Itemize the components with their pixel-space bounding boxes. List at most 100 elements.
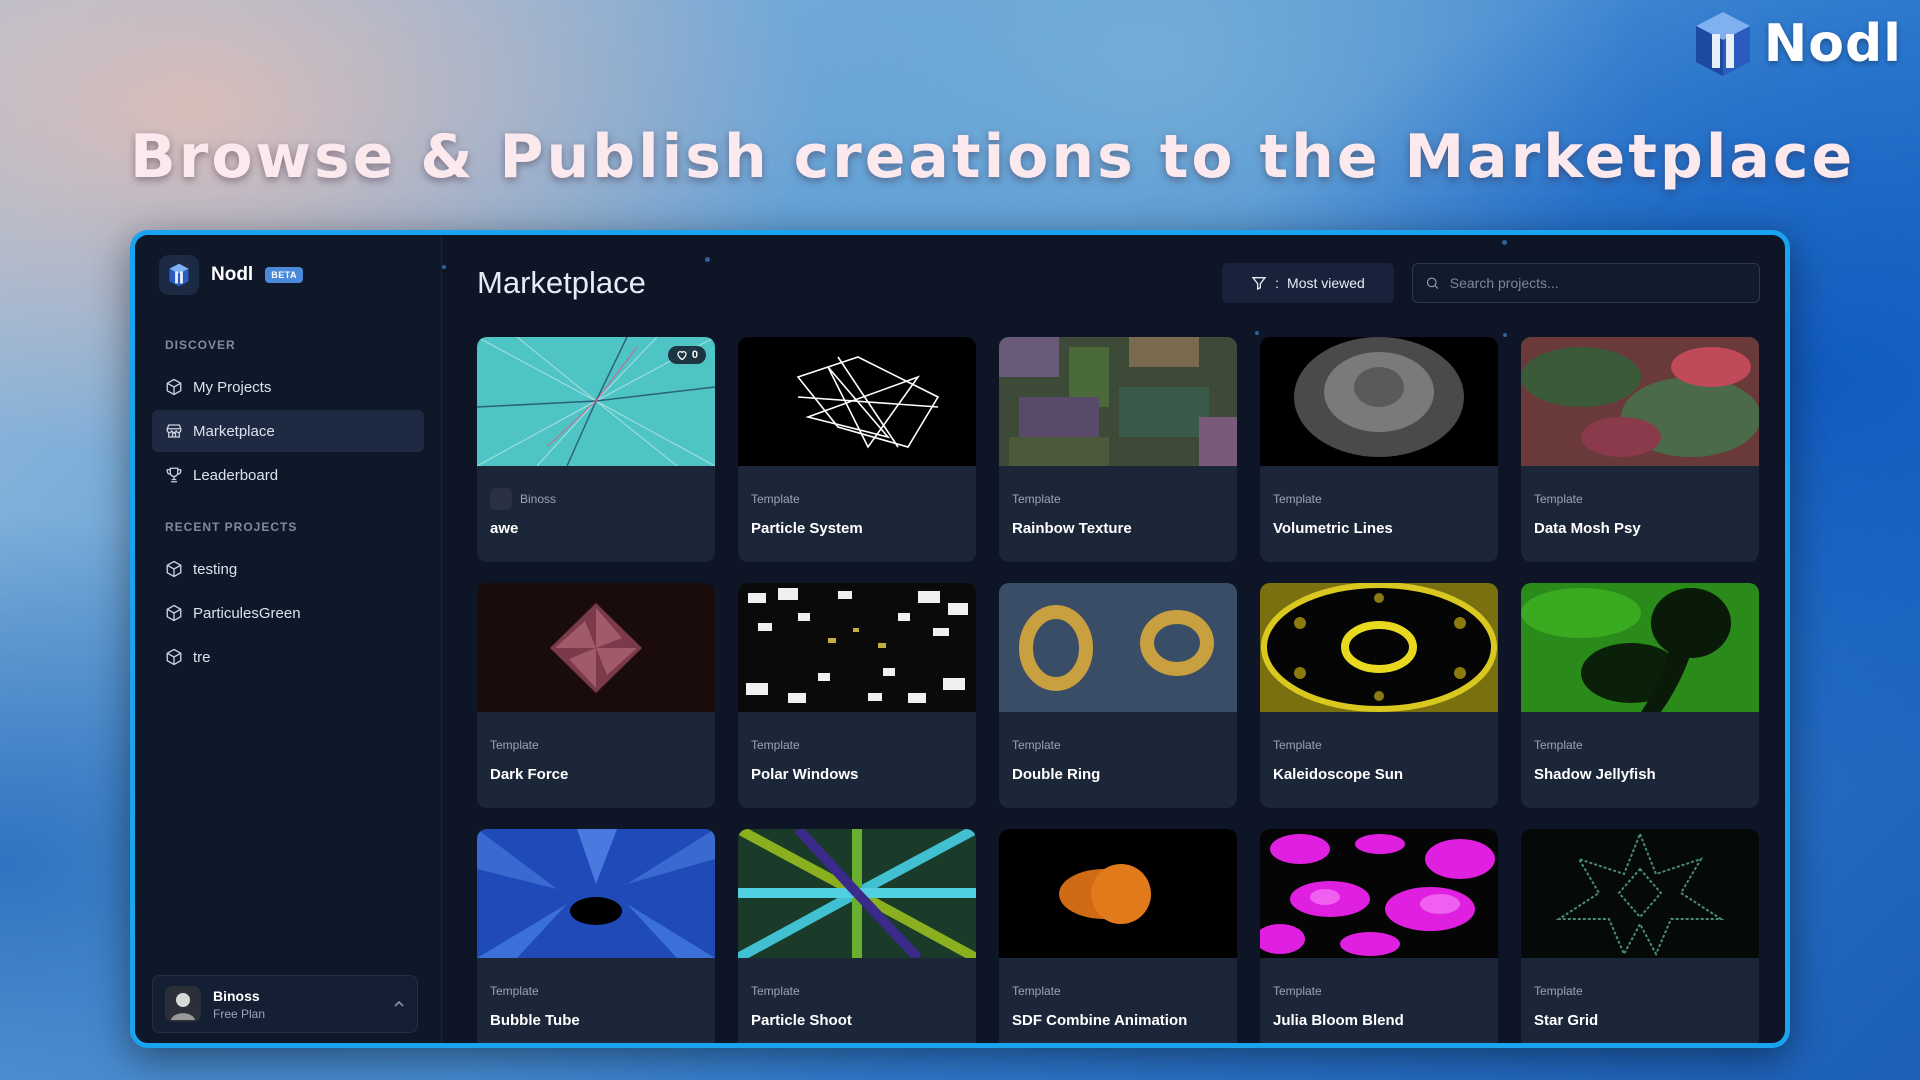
thumbnail: 0 — [477, 337, 715, 466]
search-input[interactable] — [1449, 275, 1747, 291]
beta-badge: BETA — [265, 267, 304, 283]
sidebar-header: Nodl BETA — [135, 235, 441, 295]
app-logo-icon[interactable] — [159, 255, 199, 295]
chevron-up-icon[interactable] — [393, 998, 405, 1010]
card-title: Particle Shoot — [751, 1012, 852, 1029]
card-kind: Template — [1012, 984, 1061, 998]
thumbnail — [1260, 337, 1498, 466]
cube-icon — [166, 648, 182, 666]
thumbnail — [738, 337, 976, 466]
sidebar-item-label: Leaderboard — [193, 466, 279, 484]
main-content: Marketplace : Most viewed Search project… — [442, 235, 1785, 1043]
sidebar-item-leaderboard[interactable]: Leaderboard — [152, 454, 424, 496]
nodl-logo-icon — [1695, 12, 1750, 76]
card-title: Julia Bloom Blend — [1273, 1012, 1404, 1029]
card-kind: Template — [490, 984, 539, 998]
card-title: Kaleidoscope Sun — [1273, 766, 1404, 783]
card-author: Binoss — [520, 492, 557, 506]
sort-filter-button[interactable]: : Most viewed — [1222, 263, 1394, 303]
card-title: Particle System — [751, 520, 863, 537]
card-title: Dark Force — [490, 766, 569, 783]
thumbnail — [1521, 337, 1759, 466]
project-card-dark-force[interactable]: Template Dark Force — [477, 583, 715, 808]
brand-logo: Nodl — [1692, 10, 1902, 78]
project-card-particle-shoot[interactable]: Template Particle Shoot — [738, 829, 976, 1043]
sidebar-item-label: testing — [193, 560, 238, 578]
card-kind: Template — [490, 738, 539, 752]
card-kind: Template — [1534, 492, 1583, 506]
like-button[interactable]: 0 — [667, 346, 706, 364]
thumbnail — [999, 829, 1237, 958]
thumbnail — [477, 583, 715, 712]
avatar — [165, 986, 201, 1022]
project-card-polar-windows[interactable]: Template Polar Windows — [738, 583, 976, 808]
card-title: Rainbow Texture — [1012, 520, 1132, 537]
section-recent-projects: RECENT PROJECTS — [165, 520, 298, 534]
user-menu[interactable]: Binoss Free Plan — [152, 975, 418, 1033]
project-card-star-grid[interactable]: Template Star Grid — [1521, 829, 1759, 1043]
filter-label: Most viewed — [1287, 275, 1365, 291]
card-title: Star Grid — [1534, 1012, 1599, 1029]
card-kind: Template — [751, 984, 800, 998]
project-card-kaleidoscope-sun[interactable]: Template Kaleidoscope Sun — [1260, 583, 1498, 808]
thumbnail — [1260, 583, 1498, 712]
thumbnail — [738, 829, 976, 958]
page-title: Marketplace — [477, 264, 646, 300]
card-kind: Template — [1273, 492, 1322, 506]
search-icon — [1426, 277, 1439, 289]
filter-separator: : — [1275, 275, 1280, 291]
card-kind: Template — [751, 738, 800, 752]
thumbnail — [1521, 829, 1759, 958]
project-card-julia-bloom-blend[interactable]: Template Julia Bloom Blend — [1260, 829, 1498, 1043]
discover-nav: My Projects Marketplace Leaderboard — [135, 366, 441, 496]
sidebar-item-label: ParticulesGreen — [193, 604, 301, 622]
project-card-sdf-combine-animation[interactable]: Template SDF Combine Animation — [999, 829, 1237, 1043]
trophy-icon — [166, 467, 182, 483]
card-title: Shadow Jellyfish — [1534, 766, 1656, 783]
project-card-particle-system[interactable]: Template Particle System — [738, 337, 976, 562]
sidebar-item-label: tre — [193, 648, 211, 666]
headline: Browse & Publish creations to the Market… — [130, 122, 1856, 192]
project-card-awe[interactable]: 0 Binoss awe — [477, 337, 715, 562]
sidebar-item-tre[interactable]: tre — [152, 636, 424, 678]
sidebar-item-testing[interactable]: testing — [152, 548, 424, 590]
sidebar-item-particulesgreen[interactable]: ParticulesGreen — [152, 592, 424, 634]
user-name: Binoss — [213, 987, 260, 1004]
sidebar-item-my-projects[interactable]: My Projects — [152, 366, 424, 408]
project-card-double-ring[interactable]: Template Double Ring — [999, 583, 1237, 808]
card-title: Double Ring — [1012, 766, 1101, 783]
card-kind: Template — [1012, 738, 1061, 752]
like-count: 0 — [691, 349, 698, 361]
brand-name: Nodl — [1763, 14, 1902, 74]
card-title: Polar Windows — [751, 766, 859, 783]
recent-nav: testing ParticulesGreen tre — [135, 548, 441, 678]
project-card-shadow-jellyfish[interactable]: Template Shadow Jellyfish — [1521, 583, 1759, 808]
card-kind: Template — [1273, 984, 1322, 998]
card-title: awe — [490, 520, 519, 537]
thumbnail — [1260, 829, 1498, 958]
project-card-volumetric-lines[interactable]: Template Volumetric Lines — [1260, 337, 1498, 562]
author-avatar — [490, 488, 512, 510]
cube-icon — [166, 378, 182, 396]
sidebar-item-marketplace[interactable]: Marketplace — [152, 410, 424, 452]
sidebar-item-label: Marketplace — [193, 422, 275, 440]
project-card-bubble-tube[interactable]: Template Bubble Tube — [477, 829, 715, 1043]
section-discover: DISCOVER — [165, 338, 236, 352]
card-kind: Template — [1273, 738, 1322, 752]
project-card-data-mosh-psy[interactable]: Template Data Mosh Psy — [1521, 337, 1759, 562]
cube-icon — [166, 604, 182, 622]
store-icon — [166, 424, 182, 438]
project-card-rainbow-texture[interactable]: Template Rainbow Texture — [999, 337, 1237, 562]
sidebar-item-label: My Projects — [193, 378, 272, 396]
card-title: SDF Combine Animation — [1012, 1012, 1188, 1029]
sidebar: Nodl BETA DISCOVER My Projects Marketpla… — [135, 235, 442, 1043]
thumbnail — [1521, 583, 1759, 712]
card-kind: Template — [751, 492, 800, 506]
card-title: Data Mosh Psy — [1534, 520, 1641, 537]
card-kind: Template — [1534, 738, 1583, 752]
cube-icon — [166, 560, 182, 578]
heart-icon — [677, 351, 687, 361]
card-kind: Template — [1012, 492, 1061, 506]
app-name: Nodl — [211, 264, 254, 285]
filter-icon — [1251, 277, 1267, 291]
